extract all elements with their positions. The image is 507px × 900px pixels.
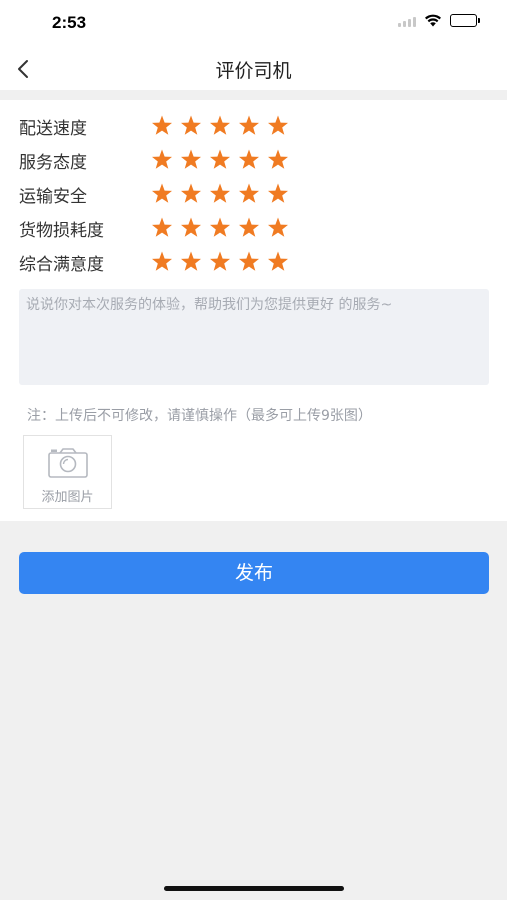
status-icons [398, 14, 480, 27]
rating-row: 综合满意度 [19, 250, 290, 275]
status-bar: 2:53 [0, 0, 507, 48]
status-time: 2:53 [52, 13, 87, 32]
star-icon[interactable] [208, 182, 232, 206]
star-icon[interactable] [237, 250, 261, 274]
star-icon[interactable] [237, 148, 261, 172]
rating-label: 服务态度 [19, 152, 87, 173]
star-icon[interactable] [179, 148, 203, 172]
rating-label: 货物损耗度 [19, 220, 104, 241]
page-title: 评价司机 [215, 60, 292, 82]
rating-row: 运输安全 [19, 182, 290, 207]
star-icon[interactable] [150, 216, 174, 240]
star-rating [150, 114, 290, 138]
add-image-label: 添加图片 [41, 490, 94, 505]
rating-row: 配送速度 [19, 114, 290, 139]
star-icon[interactable] [266, 148, 290, 172]
star-rating [150, 216, 290, 240]
star-icon[interactable] [208, 114, 232, 138]
wifi-icon [425, 14, 441, 27]
battery-icon [450, 14, 480, 27]
star-icon[interactable] [150, 182, 174, 206]
add-image-button[interactable]: 添加图片 [23, 435, 112, 509]
star-icon[interactable] [150, 148, 174, 172]
star-icon[interactable] [237, 216, 261, 240]
rating-row: 服务态度 [19, 148, 290, 173]
star-rating [150, 250, 290, 274]
rating-label: 运输安全 [19, 186, 87, 207]
star-icon[interactable] [179, 182, 203, 206]
upload-note: 注：上传后不可修改，请谨慎操作（最多可上传9张图） [27, 408, 372, 424]
star-icon[interactable] [208, 148, 232, 172]
comment-placeholder: 说说你对本次服务的体验，帮助我们为您提供更好 的服务~ [26, 297, 393, 313]
star-icon[interactable] [179, 114, 203, 138]
rating-row: 货物损耗度 [19, 216, 290, 241]
star-icon[interactable] [237, 182, 261, 206]
review-card: 配送速度服务态度运输安全货物损耗度综合满意度 说说你对本次服务的体验，帮助我们为… [0, 100, 507, 521]
star-icon[interactable] [237, 114, 261, 138]
star-icon[interactable] [208, 216, 232, 240]
home-indicator [164, 886, 344, 891]
star-rating [150, 182, 290, 206]
nav-bar: 评价司机 [0, 48, 507, 90]
star-icon[interactable] [266, 182, 290, 206]
rating-label: 综合满意度 [19, 254, 104, 275]
signal-icon [398, 15, 416, 27]
star-icon[interactable] [208, 250, 232, 274]
star-icon[interactable] [266, 216, 290, 240]
publish-button[interactable]: 发布 [19, 552, 489, 594]
star-icon[interactable] [150, 250, 174, 274]
star-icon[interactable] [150, 114, 174, 138]
star-rating [150, 148, 290, 172]
star-icon[interactable] [179, 216, 203, 240]
camera-icon [48, 448, 88, 478]
star-icon[interactable] [179, 250, 203, 274]
comment-input[interactable]: 说说你对本次服务的体验，帮助我们为您提供更好 的服务~ [19, 289, 489, 385]
star-icon[interactable] [266, 250, 290, 274]
rating-label: 配送速度 [19, 118, 87, 139]
star-icon[interactable] [266, 114, 290, 138]
